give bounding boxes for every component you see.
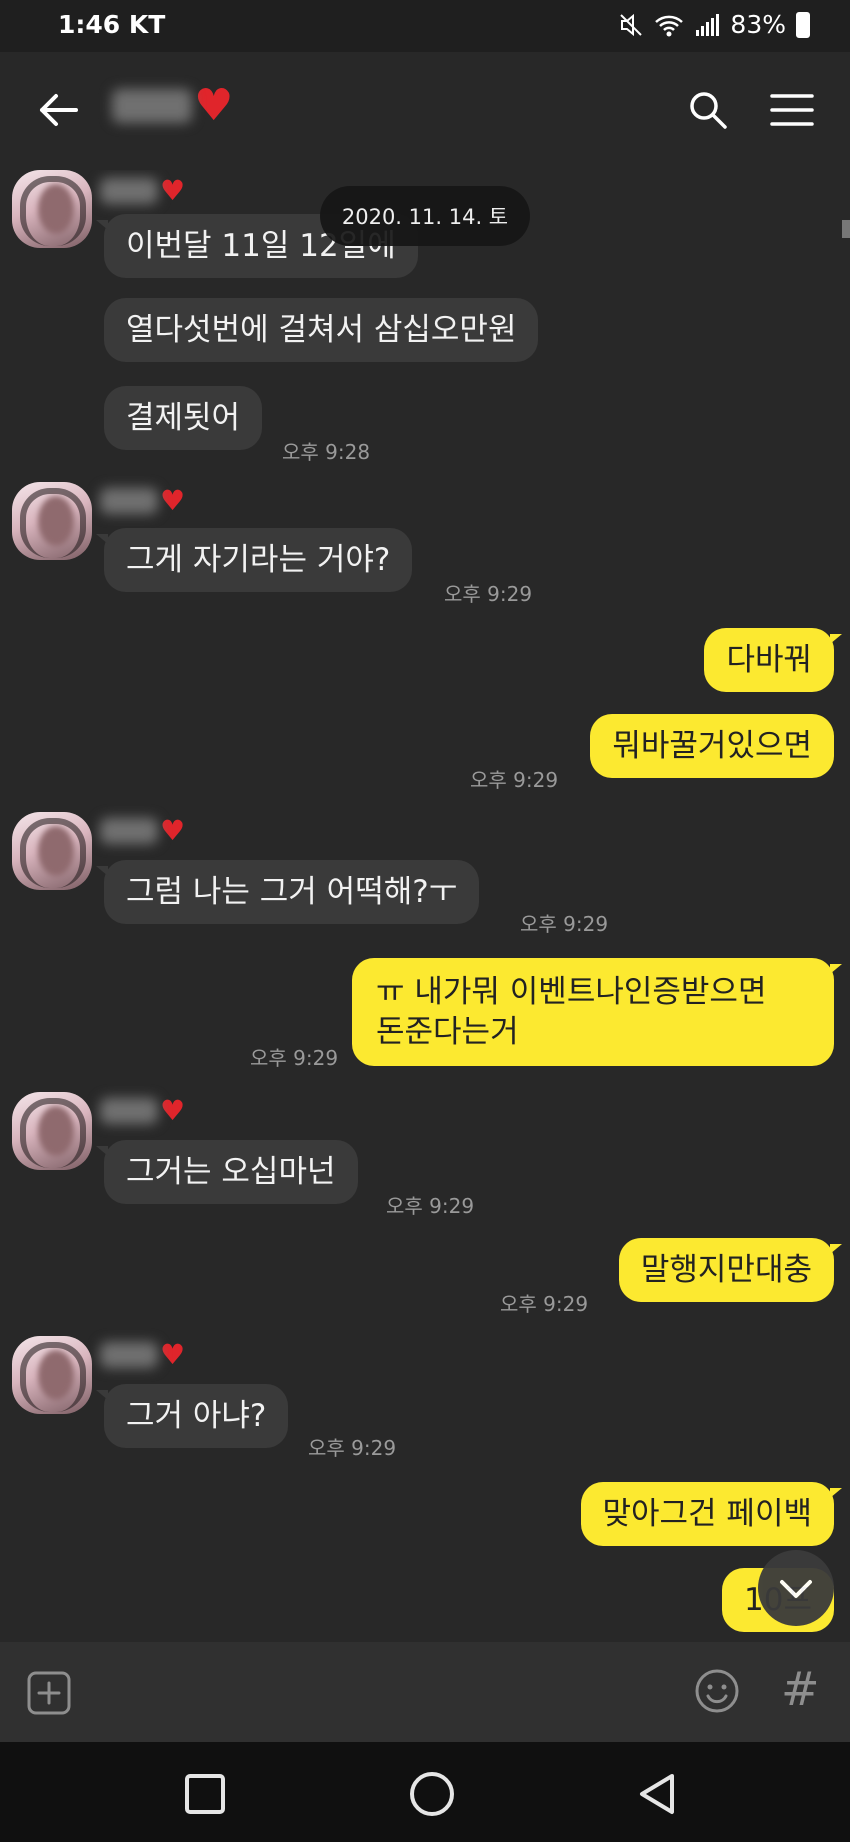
date-divider: 2020. 11. 14. 토: [320, 186, 530, 246]
message-bubble-outgoing[interactable]: 맞아그건 페이백: [580, 1482, 842, 1546]
status-time: 1:46 KT: [58, 10, 165, 39]
back-triangle-icon[interactable]: [636, 1772, 680, 1816]
heart-icon: ♥: [194, 80, 234, 131]
message-timestamp: 오후 9:29: [470, 768, 559, 792]
heart-icon: ♥: [160, 814, 186, 847]
search-icon[interactable]: [688, 90, 728, 130]
chat-title: ♥: [112, 84, 233, 128]
battery-icon: [796, 11, 810, 38]
wifi-icon: [655, 15, 684, 36]
blurred-sender-name: [100, 817, 158, 844]
recents-button[interactable]: [185, 1774, 225, 1814]
message-timestamp: 오후 9:29: [308, 1436, 397, 1460]
message-line: 돈준다는거: [376, 1014, 519, 1050]
avatar[interactable]: [12, 1336, 92, 1414]
message-timestamp: 오후 9:29: [386, 1194, 475, 1218]
blurred-sender-name: [100, 1341, 158, 1368]
message-bubble-incoming[interactable]: 결제됫어: [104, 386, 263, 450]
sender-name: ♥: [100, 1094, 185, 1127]
hash-icon[interactable]: #: [781, 1662, 820, 1716]
blurred-sender-name: [100, 1097, 158, 1124]
battery-percent: 83%: [730, 10, 786, 39]
message-timestamp: 오후 9:29: [520, 912, 609, 936]
scroll-down-button[interactable]: [758, 1550, 834, 1626]
message-bubble-outgoing[interactable]: 말행지만대충: [618, 1238, 843, 1302]
chat-header: ♥: [0, 52, 850, 170]
back-arrow-icon[interactable]: [36, 88, 80, 132]
message-input-bar: #: [0, 1642, 850, 1742]
heart-icon: ♥: [160, 174, 186, 207]
message-bubble-incoming[interactable]: 그거 아냐?: [95, 1384, 289, 1448]
message-timestamp: 오후 9:28: [282, 440, 371, 464]
avatar[interactable]: [12, 1092, 92, 1170]
sender-name: ♥: [100, 174, 185, 207]
mute-icon: [620, 13, 643, 36]
heart-icon: ♥: [160, 484, 186, 517]
status-bar: 1:46 KT 83%: [0, 0, 850, 52]
emoji-icon[interactable]: [694, 1668, 740, 1714]
message-bubble-outgoing[interactable]: 다바꿔: [704, 628, 842, 692]
menu-icon[interactable]: [770, 92, 814, 128]
message-line: ㅠ 내가뭐 이벤트나인증받으면: [376, 974, 767, 1010]
message-timestamp: 오후 9:29: [444, 582, 533, 606]
message-bubble-outgoing[interactable]: ㅠ 내가뭐 이벤트나인증받으면 돈준다는거: [352, 958, 842, 1066]
message-bubble-incoming[interactable]: 그럼 나는 그거 어떡해?ㅜ: [95, 860, 480, 924]
system-navigation-bar: [0, 1742, 850, 1842]
avatar[interactable]: [12, 482, 92, 560]
signal-icon: [696, 13, 720, 36]
status-icons: 83%: [618, 10, 810, 39]
avatar[interactable]: [12, 812, 92, 890]
sender-name: ♥: [100, 814, 185, 847]
heart-icon: ♥: [160, 1338, 186, 1371]
blurred-sender-name: [100, 487, 158, 514]
plus-icon[interactable]: [26, 1670, 72, 1716]
clock: 1:46: [58, 10, 121, 39]
chevron-down-icon: [780, 1580, 812, 1598]
message-bubble-incoming[interactable]: 그게 자기라는 거야?: [95, 528, 413, 592]
message-bubble-incoming[interactable]: 열다섯번에 걸쳐서 삼십오만원: [104, 298, 539, 362]
blurred-contact-name: [112, 89, 192, 123]
home-button[interactable]: [410, 1772, 454, 1816]
sender-name: ♥: [100, 1338, 185, 1371]
message-timestamp: 오후 9:29: [500, 1292, 589, 1316]
message-bubble-incoming[interactable]: 그거는 오십마넌: [96, 1140, 358, 1204]
sender-name: ♥: [100, 484, 185, 517]
blurred-sender-name: [100, 177, 158, 204]
heart-icon: ♥: [160, 1094, 186, 1127]
message-bubble-outgoing[interactable]: 뭐바꿀거있으면: [590, 714, 834, 778]
avatar[interactable]: [12, 170, 92, 248]
scrollbar-thumb[interactable]: [842, 220, 850, 238]
carrier: KT: [128, 10, 166, 39]
chat-messages[interactable]: ♥ 이번달 11일 12일에 열다섯번에 걸쳐서 삼십오만원 결제됫어 오후 9…: [0, 170, 850, 1642]
message-timestamp: 오후 9:29: [250, 1046, 339, 1070]
